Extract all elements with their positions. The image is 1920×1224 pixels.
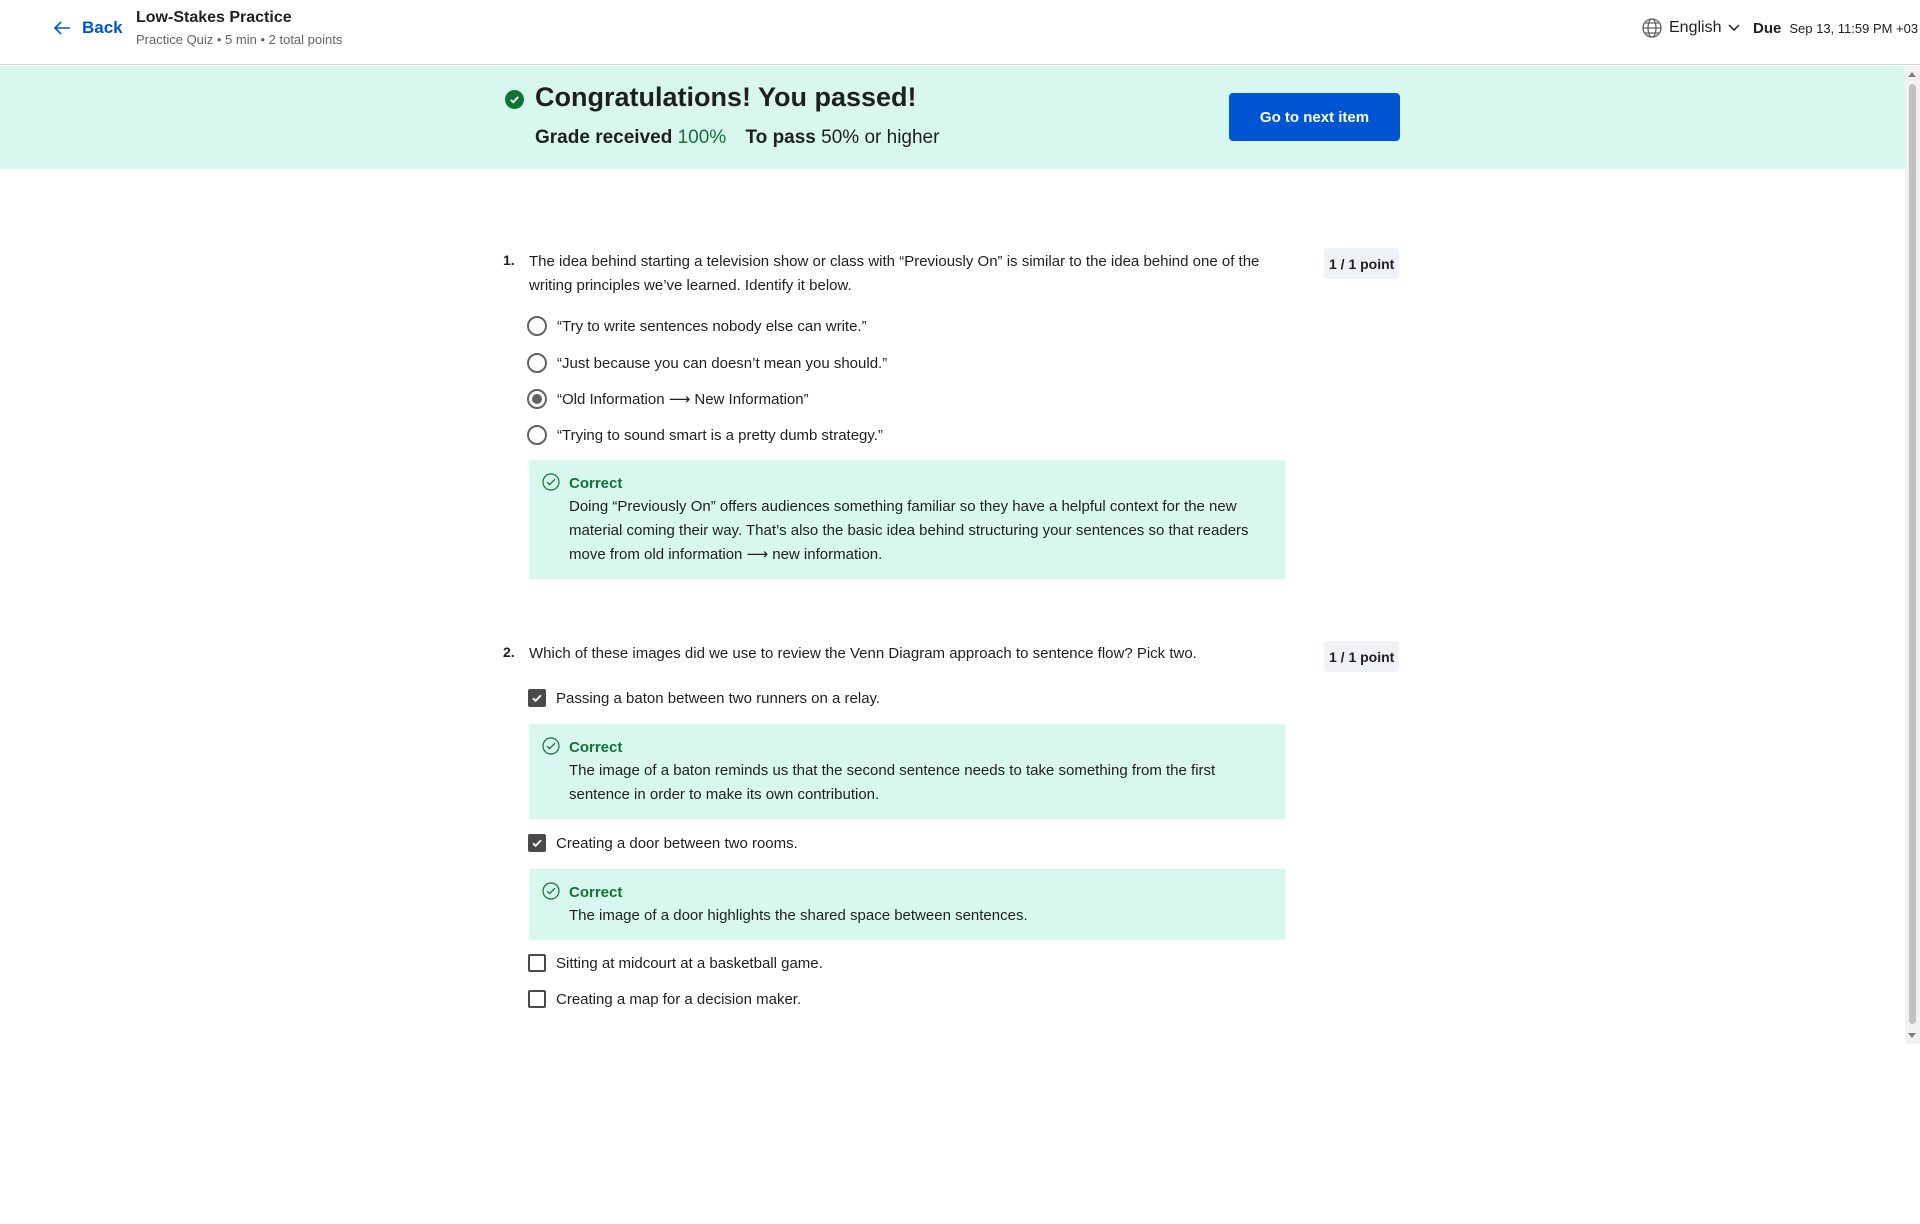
option-label: Passing a baton between two runners on a… — [556, 689, 881, 707]
due-info: Due Sep 13, 11:59 PM +03 — [1753, 20, 1918, 37]
grade-label: Grade received — [535, 127, 673, 148]
next-item-button[interactable]: Go to next item — [1229, 93, 1400, 141]
item-subtitle: Practice Quiz • 5 min • 2 total points — [136, 32, 343, 47]
grade-value: 100% — [677, 127, 727, 148]
question-1-option-3[interactable]: “Old Information ⟶ New Information” — [527, 389, 809, 409]
checkbox[interactable] — [528, 990, 546, 1008]
option-label: “Just because you can doesn’t mean you s… — [557, 354, 888, 372]
language-label: English — [1669, 19, 1722, 36]
result-summary: Grade received 100% To pass 50% or highe… — [535, 127, 939, 149]
check-circle-outline-icon — [542, 473, 560, 491]
page-scrollbar[interactable] — [1905, 66, 1920, 1044]
question-2-option-1[interactable]: Passing a baton between two runners on a… — [528, 689, 880, 707]
question-2-text: Which of these images did we use to revi… — [529, 645, 1197, 662]
language-selector[interactable]: English — [1641, 17, 1741, 39]
option-label: “Old Information ⟶ New Information” — [557, 391, 809, 408]
item-title: Low-Stakes Practice — [136, 9, 292, 26]
result-title: Congratulations! You passed! — [535, 82, 917, 112]
radio-button[interactable] — [527, 353, 547, 373]
check-circle-icon — [505, 90, 524, 109]
scroll-up-arrow-icon[interactable] — [1908, 72, 1916, 77]
due-date: Sep 13, 11:59 PM +03 — [1789, 21, 1919, 36]
feedback-text: The image of a baton reminds us that the… — [569, 762, 1216, 803]
question-1-option-1[interactable]: “Try to write sentences nobody else can … — [527, 316, 867, 336]
option-label: Creating a map for a decision maker. — [556, 990, 802, 1008]
feedback-title: Correct — [569, 884, 623, 901]
checkbox-checked[interactable] — [528, 834, 546, 852]
question-2-option-4[interactable]: Creating a map for a decision maker. — [528, 990, 801, 1008]
question-1-option-2[interactable]: “Just because you can doesn’t mean you s… — [527, 353, 887, 373]
checkbox-checked[interactable] — [528, 689, 546, 707]
pass-value: 50% or higher — [821, 127, 940, 148]
scroll-thumb[interactable] — [1909, 84, 1916, 1024]
radio-button-selected[interactable] — [527, 389, 547, 409]
question-2-option-2[interactable]: Creating a door between two rooms. — [528, 834, 798, 852]
question-1-option-4[interactable]: “Trying to sound smart is a pretty dumb … — [527, 425, 883, 445]
checkbox[interactable] — [528, 954, 546, 972]
question-1-feedback: Correct Doing “Previously On” offers aud… — [529, 460, 1285, 579]
back-label: Back — [82, 18, 123, 37]
question-1-points: 1 / 1 point — [1324, 248, 1400, 279]
feedback-title: Correct — [569, 475, 623, 492]
result-banner — [0, 66, 1905, 169]
scroll-down-arrow-icon[interactable] — [1908, 1033, 1916, 1038]
question-2-number: 2. — [503, 644, 515, 660]
question-2-option-3[interactable]: Sitting at midcourt at a basketball game… — [528, 954, 823, 972]
arrow-left-icon — [53, 21, 70, 35]
checkmark-icon — [532, 694, 542, 703]
due-label: Due — [1753, 20, 1782, 37]
globe-icon — [1642, 18, 1662, 38]
item-title-block: Low-Stakes Practice Practice Quiz • 5 mi… — [136, 9, 342, 47]
question-2-option-2-feedback: Correct The image of a door highlights t… — [529, 869, 1285, 940]
back-button[interactable]: Back — [52, 18, 123, 38]
feedback-text: Doing “Previously On” offers audiences s… — [569, 498, 1249, 563]
pass-label: To pass — [745, 127, 816, 148]
option-label: Sitting at midcourt at a basketball game… — [556, 954, 823, 972]
radio-button[interactable] — [527, 316, 547, 336]
feedback-title: Correct — [569, 739, 623, 756]
question-2-points: 1 / 1 point — [1324, 641, 1400, 672]
feedback-text: The image of a door highlights the share… — [569, 907, 1028, 924]
check-circle-outline-icon — [542, 737, 560, 755]
chevron-down-icon — [1728, 24, 1741, 32]
check-circle-outline-icon — [542, 882, 560, 900]
radio-button[interactable] — [527, 425, 547, 445]
option-label: “Try to write sentences nobody else can … — [557, 317, 867, 335]
question-1-number: 1. — [503, 252, 515, 268]
option-label: “Trying to sound smart is a pretty dumb … — [557, 426, 883, 444]
question-2-option-1-feedback: Correct The image of a baton reminds us … — [529, 724, 1285, 819]
option-label: Creating a door between two rooms. — [556, 834, 798, 852]
checkmark-icon — [532, 839, 542, 848]
question-1-text: The idea behind starting a television sh… — [529, 253, 1260, 294]
top-header: Back Low-Stakes Practice Practice Quiz •… — [0, 0, 1920, 65]
